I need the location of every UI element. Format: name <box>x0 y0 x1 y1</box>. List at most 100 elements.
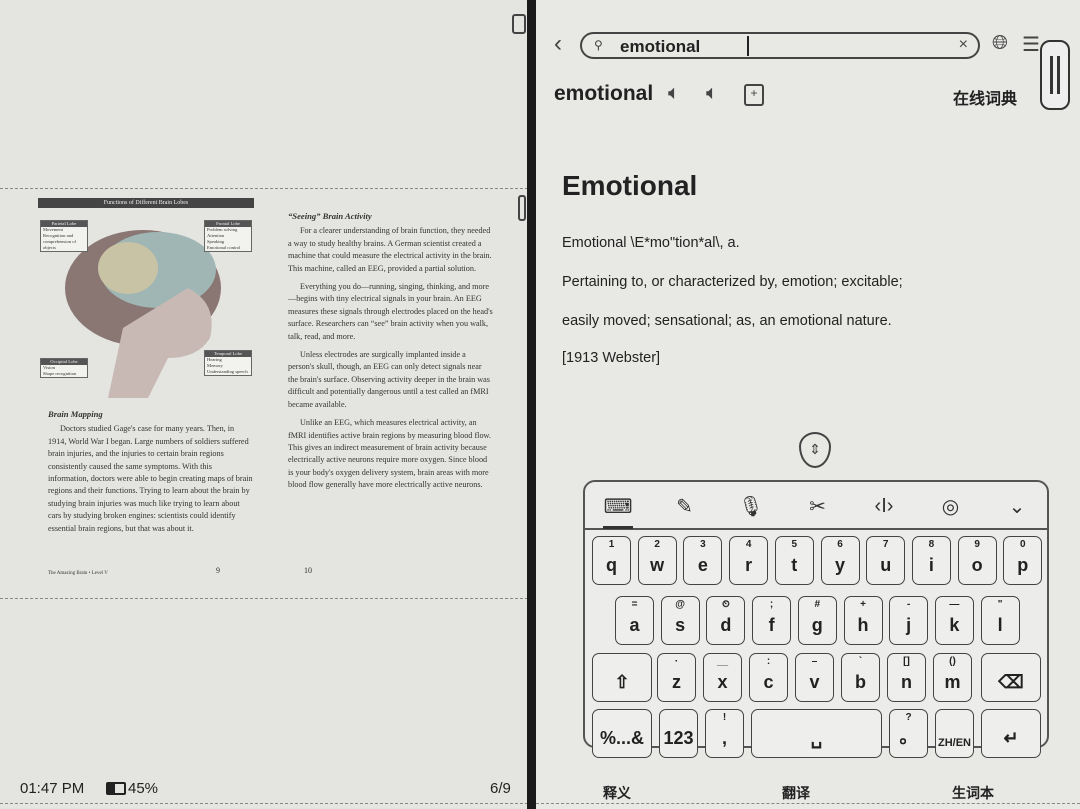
status-divider <box>0 803 528 804</box>
key-label: , <box>721 728 727 748</box>
definition-line: Emotional \E*mo"tion*al\, a. <box>562 235 740 251</box>
right-column: “Seeing” Brain Activity For a clearer un… <box>288 210 493 498</box>
key-o[interactable]: 9o <box>957 536 997 585</box>
headword: emotional <box>554 82 654 105</box>
language-switch-key[interactable]: ZH/EN <box>935 709 974 758</box>
key-secondary-label: - <box>907 599 911 610</box>
key-comma[interactable]: !, <box>705 709 744 758</box>
shift-key[interactable]: ⇧ <box>592 653 652 702</box>
definition-title: Emotional <box>562 170 698 201</box>
key-e[interactable]: 3e <box>683 536 723 585</box>
key-w[interactable]: 2w <box>637 536 677 585</box>
keyboard-toolbar: ⌨ ✎ 🎙︎ ✂ ‹I› ◎ ⌄ <box>585 482 1047 530</box>
key-c[interactable]: :c <box>749 653 788 702</box>
speaker-us-icon[interactable]: 🔈︎ <box>706 82 718 105</box>
keyboard-icon[interactable]: ⌨ <box>603 492 633 520</box>
definition-line: [1913 Webster] <box>562 350 661 366</box>
key-u[interactable]: 7u <box>866 536 906 585</box>
speaker-uk-icon[interactable]: 🔈︎ <box>668 82 680 105</box>
key-secondary-label: : <box>766 656 771 667</box>
key-h[interactable]: + h <box>843 596 883 645</box>
key-secondary-label: # <box>814 599 821 610</box>
lobe-function: Shape recognition <box>43 371 77 376</box>
key-label: v <box>809 672 820 692</box>
dictionary-source-select[interactable]: 在线词典 <box>953 85 1017 109</box>
page-top-border <box>0 188 528 189</box>
split-divider[interactable] <box>527 0 536 809</box>
book-page: Functions of Different Brain Lobes Parie… <box>38 198 493 583</box>
section-heading: “Seeing” Brain Activity <box>288 211 372 221</box>
settings-icon[interactable]: ◎ <box>936 492 966 520</box>
key-t[interactable]: 5t <box>774 536 814 585</box>
key-label: o <box>971 555 983 575</box>
key-f[interactable]: ; f <box>752 596 792 645</box>
key-g[interactable]: # g <box>797 596 837 645</box>
numbers-key[interactable]: 123 <box>659 709 698 758</box>
page-bottom-border <box>0 598 528 599</box>
key-m[interactable]: () m <box>933 653 972 702</box>
tab-translate[interactable]: 翻译 <box>782 783 810 803</box>
menu-icon[interactable]: ☰ <box>1022 32 1040 57</box>
key-period[interactable]: ?。 <box>889 709 928 758</box>
page-handle[interactable] <box>518 195 526 221</box>
clipboard-scissors-icon[interactable]: ✂ <box>803 492 833 520</box>
keyboard-move-icon[interactable]: ⇕ <box>799 432 831 468</box>
key-secondary-label: – <box>811 656 818 667</box>
battery-icon <box>106 782 126 795</box>
bookmark-icon[interactable] <box>512 14 526 34</box>
key-z[interactable]: · z <box>657 653 696 702</box>
key-secondary-label: ⏲ <box>721 599 730 610</box>
key-label: e <box>697 555 708 575</box>
symbols-key[interactable]: %...& <box>592 709 652 758</box>
key-label: 。 <box>899 727 918 747</box>
lobe-function: Understanding speech <box>207 369 248 374</box>
globe-icon[interactable]: 🌐︎ <box>992 32 1008 55</box>
key-a[interactable]: = a <box>615 596 654 645</box>
handwriting-icon[interactable]: ✎ <box>670 492 700 520</box>
key-label: k <box>949 615 960 635</box>
key-l[interactable]: " l <box>980 596 1020 645</box>
back-icon[interactable]: ‹ <box>554 30 562 58</box>
key-secondary-label: · <box>674 656 679 667</box>
key-r[interactable]: 4r <box>729 536 769 585</box>
panel-drag-handle[interactable] <box>1040 40 1070 110</box>
key-d[interactable]: ⏲ d <box>706 596 746 645</box>
key-x[interactable]: __ x <box>703 653 742 702</box>
key-secondary-label: + <box>860 599 866 610</box>
section-heading: Brain Mapping <box>48 409 103 419</box>
search-input[interactable]: ⚲ emotional × <box>580 32 980 59</box>
backspace-key[interactable]: ⌫ <box>981 653 1041 702</box>
add-to-wordbook-icon[interactable]: + <box>744 84 764 106</box>
key-k[interactable]: — k <box>934 596 974 645</box>
brain-diagram: Functions of Different Brain Lobes Parie… <box>38 198 254 398</box>
key-j[interactable]: -j <box>889 596 929 645</box>
lobe-label: Temporal Lobe Hearing Memory Understanding … <box>204 350 252 376</box>
enter-key[interactable]: ↵ <box>981 709 1041 758</box>
paragraph: Everything you do—running, singing, thin… <box>288 282 493 341</box>
key-label: 123 <box>663 728 694 748</box>
key-secondary-label: ! <box>722 712 727 723</box>
key-label: b <box>855 672 866 692</box>
key-i[interactable]: 8i <box>911 536 951 585</box>
key-label: ⇧ <box>614 672 630 692</box>
key-label: x <box>717 672 728 692</box>
key-p[interactable]: 0p <box>1003 536 1043 585</box>
tab-wordbook[interactable]: 生词本 <box>952 783 994 803</box>
key-label: y <box>834 555 845 575</box>
key-b[interactable]: ` b <box>841 653 880 702</box>
microphone-icon[interactable]: 🎙︎ <box>736 492 766 520</box>
key-secondary-label: [] <box>903 656 910 667</box>
lobe-label: Frontal Lobe Problem solving Attention Spea… <box>204 220 252 252</box>
cursor-move-icon[interactable]: ‹I› <box>869 492 899 520</box>
key-n[interactable]: [] n <box>887 653 926 702</box>
key-v[interactable]: – v <box>795 653 834 702</box>
tab-definition[interactable]: 释义 <box>603 783 631 803</box>
space-key[interactable]: ␣ <box>751 709 882 758</box>
key-s[interactable]: @ s <box>660 596 700 645</box>
key-y[interactable]: 6y <box>820 536 860 585</box>
key-label: r <box>745 555 753 575</box>
clear-icon[interactable]: × <box>959 36 968 54</box>
page-indicator[interactable]: 6/9 <box>490 780 511 797</box>
key-q[interactable]: 1q <box>592 536 631 585</box>
collapse-keyboard-icon[interactable]: ⌄ <box>1002 492 1032 520</box>
